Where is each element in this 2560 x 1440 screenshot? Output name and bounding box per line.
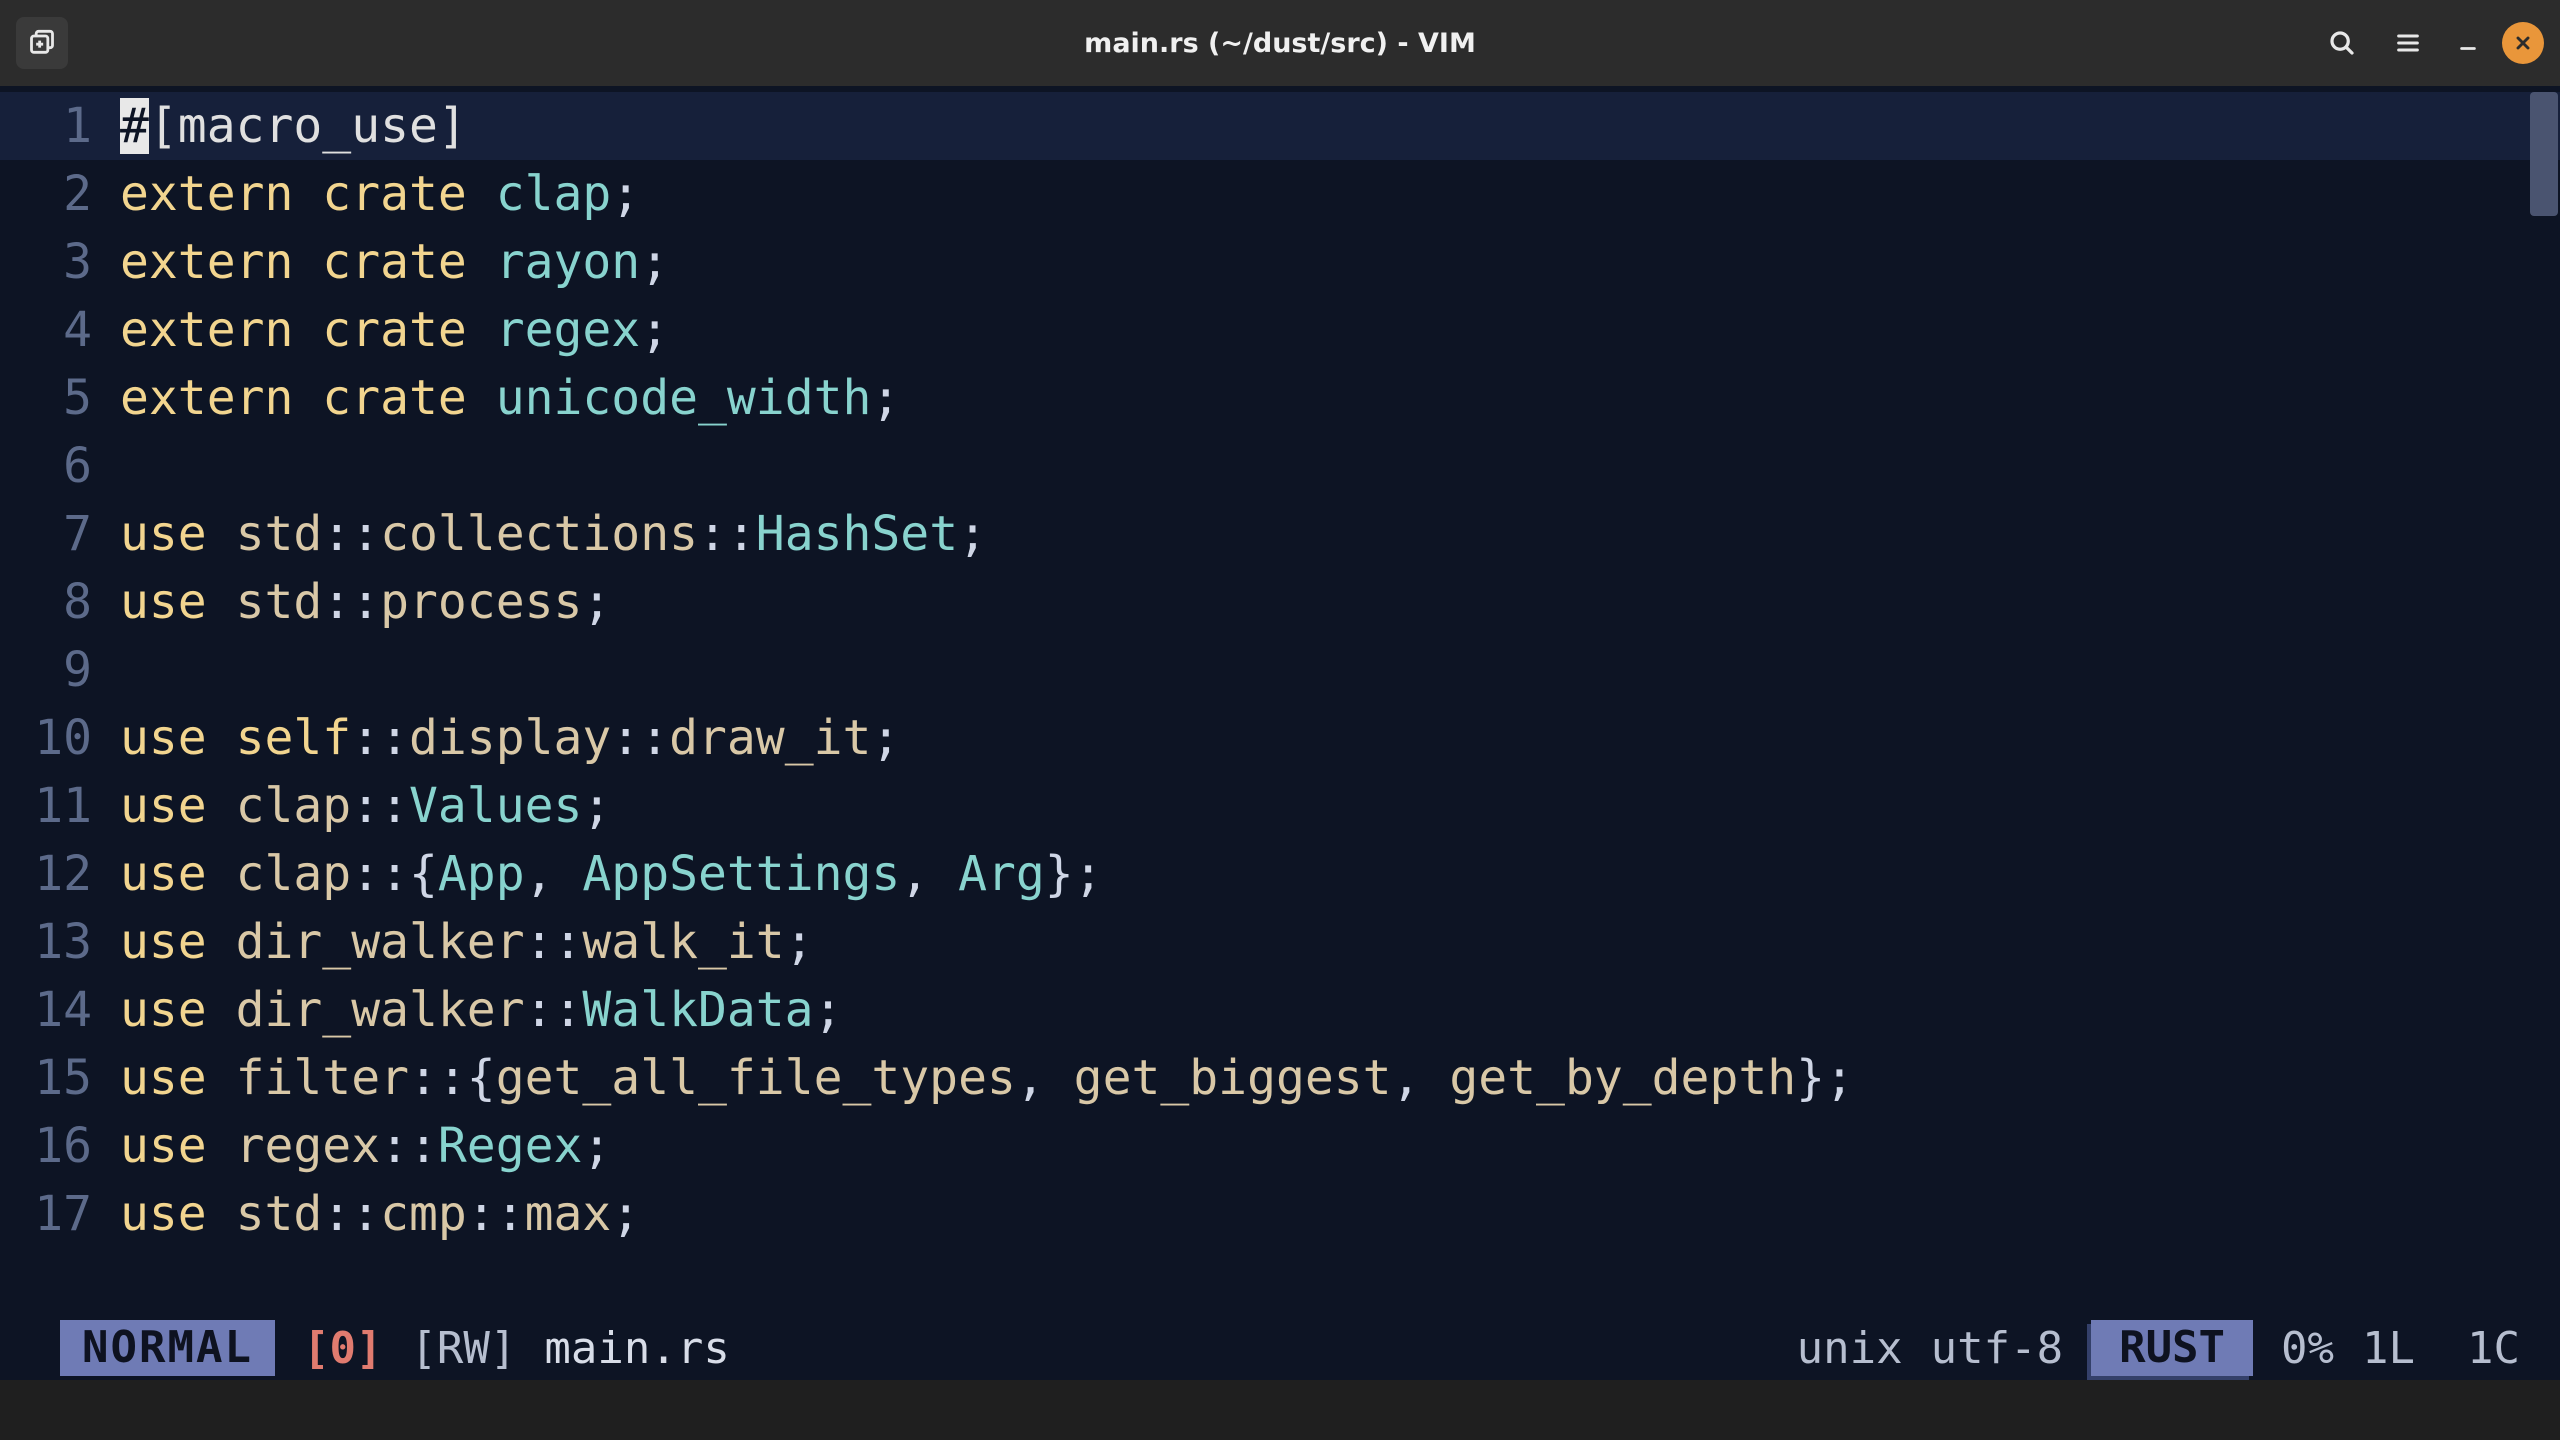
code-content[interactable]: use clap::Values; <box>120 772 2560 840</box>
search-button[interactable] <box>2316 17 2368 69</box>
col-pos-indicator: 1C <box>2467 1323 2520 1374</box>
code-content[interactable]: extern crate regex; <box>120 296 2560 364</box>
buffer-number: [0] <box>303 1323 382 1374</box>
code-line[interactable]: 3extern crate rayon; <box>0 228 2560 296</box>
percent-indicator: 0% <box>2281 1323 2334 1374</box>
minimize-button[interactable] <box>2448 17 2488 69</box>
code-line[interactable]: 12use clap::{App, AppSettings, Arg}; <box>0 840 2560 908</box>
close-button[interactable] <box>2502 22 2544 64</box>
line-number: 12 <box>0 840 120 908</box>
code-content[interactable]: use std::cmp::max; <box>120 1180 2560 1248</box>
minimize-icon <box>2457 32 2479 54</box>
line-number: 16 <box>0 1112 120 1180</box>
line-number: 9 <box>0 636 120 704</box>
search-icon <box>2327 28 2357 58</box>
line-number: 17 <box>0 1180 120 1248</box>
close-icon <box>2513 33 2533 53</box>
line-number: 15 <box>0 1044 120 1112</box>
menu-button[interactable] <box>2382 17 2434 69</box>
code-line[interactable]: 4extern crate regex; <box>0 296 2560 364</box>
code-content[interactable]: use std::collections::HashSet; <box>120 500 2560 568</box>
line-number: 6 <box>0 432 120 500</box>
code-line[interactable]: 11use clap::Values; <box>0 772 2560 840</box>
filename-indicator: main.rs <box>544 1323 729 1374</box>
code-line[interactable]: 1#[macro_use] <box>0 92 2560 160</box>
code-content[interactable]: extern crate rayon; <box>120 228 2560 296</box>
code-content[interactable] <box>120 636 2560 704</box>
line-number: 14 <box>0 976 120 1044</box>
code-content[interactable]: use self::display::draw_it; <box>120 704 2560 772</box>
code-content[interactable]: extern crate unicode_width; <box>120 364 2560 432</box>
code-line[interactable]: 2extern crate clap; <box>0 160 2560 228</box>
os-taskbar <box>0 1380 2560 1440</box>
line-number: 11 <box>0 772 120 840</box>
code-content[interactable]: use clap::{App, AppSettings, Arg}; <box>120 840 2560 908</box>
code-content[interactable]: extern crate clap; <box>120 160 2560 228</box>
code-line[interactable]: 5extern crate unicode_width; <box>0 364 2560 432</box>
code-line[interactable]: 17use std::cmp::max; <box>0 1180 2560 1248</box>
code-line[interactable]: 10use self::display::draw_it; <box>0 704 2560 772</box>
window-titlebar: main.rs (~/dust/src) - VIM <box>0 0 2560 86</box>
code-content[interactable]: use std::process; <box>120 568 2560 636</box>
line-pos-indicator: 1L <box>2362 1323 2415 1374</box>
line-number: 10 <box>0 704 120 772</box>
code-line[interactable]: 13use dir_walker::walk_it; <box>0 908 2560 976</box>
status-bar: NORMAL [0] [RW] main.rs unix utf-8 RUST … <box>0 1316 2560 1380</box>
hamburger-icon <box>2394 29 2422 57</box>
line-number: 2 <box>0 160 120 228</box>
vim-mode-indicator: NORMAL <box>60 1320 275 1376</box>
rw-indicator: [RW] <box>410 1323 516 1374</box>
line-number: 3 <box>0 228 120 296</box>
code-line[interactable]: 16use regex::Regex; <box>0 1112 2560 1180</box>
line-number: 13 <box>0 908 120 976</box>
editor-area[interactable]: 1#[macro_use]2extern crate clap;3extern … <box>0 86 2560 1316</box>
plus-tab-icon <box>28 29 56 57</box>
line-number: 5 <box>0 364 120 432</box>
line-number: 7 <box>0 500 120 568</box>
code-content[interactable]: use dir_walker::WalkData; <box>120 976 2560 1044</box>
code-content[interactable]: use filter::{get_all_file_types, get_big… <box>120 1044 2560 1112</box>
code-content[interactable] <box>120 432 2560 500</box>
line-number: 4 <box>0 296 120 364</box>
code-line[interactable]: 6 <box>0 432 2560 500</box>
code-content[interactable]: use regex::Regex; <box>120 1112 2560 1180</box>
code-content[interactable]: #[macro_use] <box>120 92 2560 160</box>
line-number: 1 <box>0 92 120 160</box>
code-line[interactable]: 8use std::process; <box>0 568 2560 636</box>
encoding-indicator: utf-8 <box>1931 1323 2063 1374</box>
window-title: main.rs (~/dust/src) - VIM <box>1084 28 1476 59</box>
line-number: 8 <box>0 568 120 636</box>
fileformat-indicator: unix <box>1797 1323 1903 1374</box>
code-line[interactable]: 15use filter::{get_all_file_types, get_b… <box>0 1044 2560 1112</box>
new-tab-button[interactable] <box>16 17 68 69</box>
code-line[interactable]: 7use std::collections::HashSet; <box>0 500 2560 568</box>
code-line[interactable]: 14use dir_walker::WalkData; <box>0 976 2560 1044</box>
scrollbar-thumb[interactable] <box>2530 92 2558 216</box>
filetype-indicator: RUST <box>2091 1320 2253 1376</box>
code-content[interactable]: use dir_walker::walk_it; <box>120 908 2560 976</box>
code-line[interactable]: 9 <box>0 636 2560 704</box>
